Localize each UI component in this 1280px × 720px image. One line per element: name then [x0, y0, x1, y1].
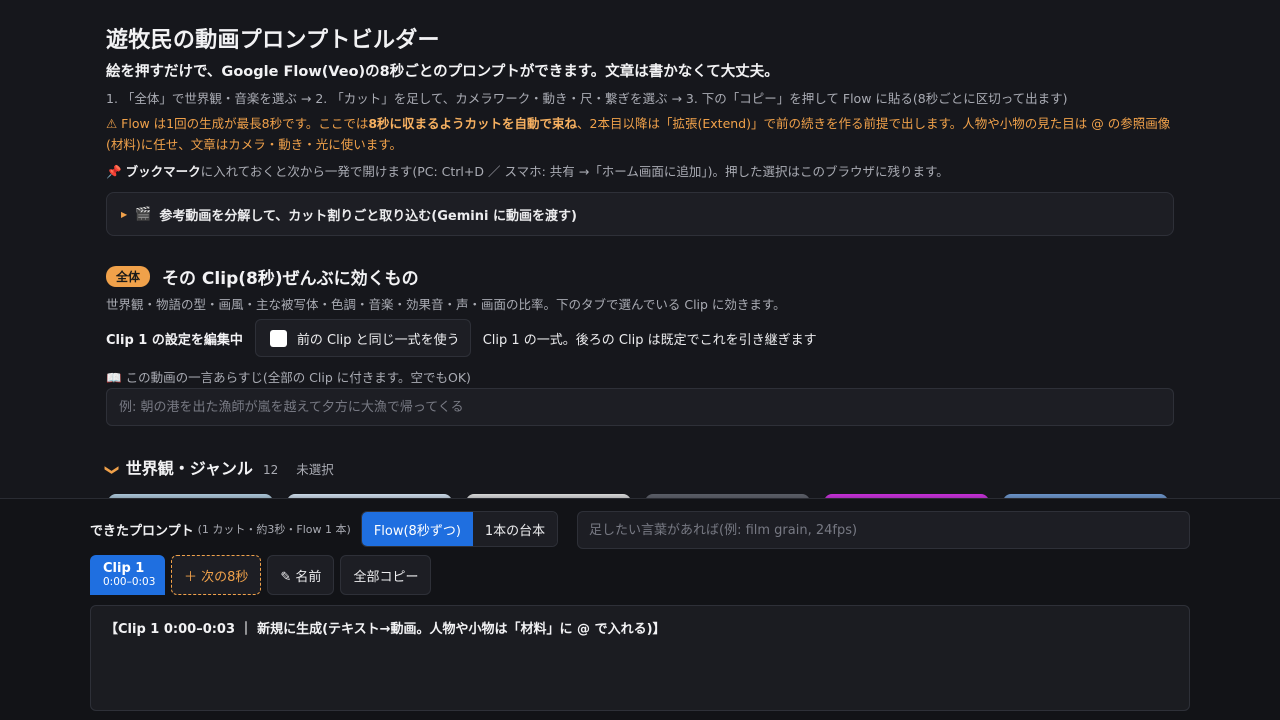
tab-clip-1[interactable]: Clip 1 0:00–0:03 [90, 555, 165, 595]
bookmark-tip: 📌 ブックマークに入れておくと次から一発で開けます(PC: Ctrl+D ／ ス… [106, 164, 949, 179]
clapper-icon: 🎬 [135, 206, 152, 222]
clip-toolbar: Clip 1 0:00–0:03 ＋ 次の8秒 ✎ 名前 全部コピー [90, 555, 432, 595]
genre-status: 未選択 [296, 462, 334, 477]
global-section-desc: 世界観・物語の型・画風・主な被写体・色調・音楽・効果音・声・画面の比率。下のタブ… [106, 297, 786, 312]
reference-video-expander[interactable]: ▶ 🎬 参考動画を分解して、カット割りごと取り込む(Gemini に動画を渡す) [106, 192, 1174, 236]
clip-tab-name: Clip 1 [103, 561, 145, 576]
genre-count: 12 [262, 463, 279, 477]
add-next-clip-button[interactable]: ＋ 次の8秒 [171, 555, 262, 595]
global-badge: 全体 [106, 266, 151, 287]
book-icon: 📖 [106, 370, 122, 385]
mode-script-button[interactable]: 1本の台本 [472, 512, 558, 546]
summary-label: 📖 この動画の一言あらすじ(全部の Clip に付きます。空でもOK) [106, 370, 471, 385]
clip-inherit-note: Clip 1 の一式。後ろの Clip は既定でこれを引き継ぎます [482, 332, 817, 348]
output-mode-toggle: Flow(8秒ずつ) 1本の台本 [360, 511, 559, 547]
steps-instructions: 1. 「全体」で世界観・音楽を選ぶ → 2. 「カット」を足して、カメラワーク・… [106, 91, 1068, 106]
global-section-title: その Clip(8秒)ぜんぶに効くもの [162, 269, 419, 289]
page-title: 遊牧民の動画プロンプトビルダー [106, 28, 440, 53]
same-as-previous-checkbox[interactable] [269, 329, 287, 347]
rename-button[interactable]: ✎ 名前 [267, 555, 335, 595]
genre-title: 世界観・ジャンル [125, 459, 253, 478]
chevron-down-icon: ❯ [103, 464, 120, 476]
global-section-header: 全体 その Clip(8秒)ぜんぶに効くもの [106, 264, 419, 289]
clip-tab-time: 0:00–0:03 [103, 576, 156, 588]
mode-flow-button[interactable]: Flow(8秒ずつ) [361, 512, 473, 546]
extra-words-input[interactable] [577, 511, 1190, 549]
output-meta: (1 カット・約3秒・Flow 1 本) [197, 523, 351, 536]
expand-triangle-icon: ▶ [121, 209, 128, 219]
genre-header[interactable]: ❯ 世界観・ジャンル 12 未選択 [103, 455, 334, 479]
copy-all-button[interactable]: 全部コピー [340, 555, 432, 595]
output-header: できたプロンプト (1 カット・約3秒・Flow 1 本) Flow(8秒ずつ)… [90, 511, 559, 547]
prompt-output-text[interactable]: 【Clip 1 0:00–0:03 ｜ 新規に生成(テキスト→動画。人物や小物は… [90, 605, 1190, 711]
same-as-previous-toggle[interactable]: 前の Clip と同じ一式を使う [254, 319, 471, 357]
output-title: できたプロンプト [90, 523, 194, 539]
reference-video-label: 参考動画を分解して、カット割りごと取り込む(Gemini に動画を渡す) [159, 208, 577, 224]
flow-warning: ⚠ Flow は1回の生成が最長8秒です。ここでは8秒に収まるようカットを自動で… [106, 116, 1171, 152]
page-subtitle: 絵を押すだけで、Google Flow(Veo)の8秒ごとのプロンプトができます… [106, 64, 779, 80]
pin-icon: 📌 [106, 164, 122, 179]
summary-input[interactable] [106, 388, 1174, 426]
clip-settings-row: Clip 1 の設定を編集中 前の Clip と同じ一式を使う Clip 1 の… [106, 319, 817, 357]
editing-clip-label: Clip 1 の設定を編集中 [106, 332, 243, 348]
same-as-previous-label: 前の Clip と同じ一式を使う [296, 332, 460, 348]
prompt-output-panel: できたプロンプト (1 カット・約3秒・Flow 1 本) Flow(8秒ずつ)… [0, 498, 1280, 720]
